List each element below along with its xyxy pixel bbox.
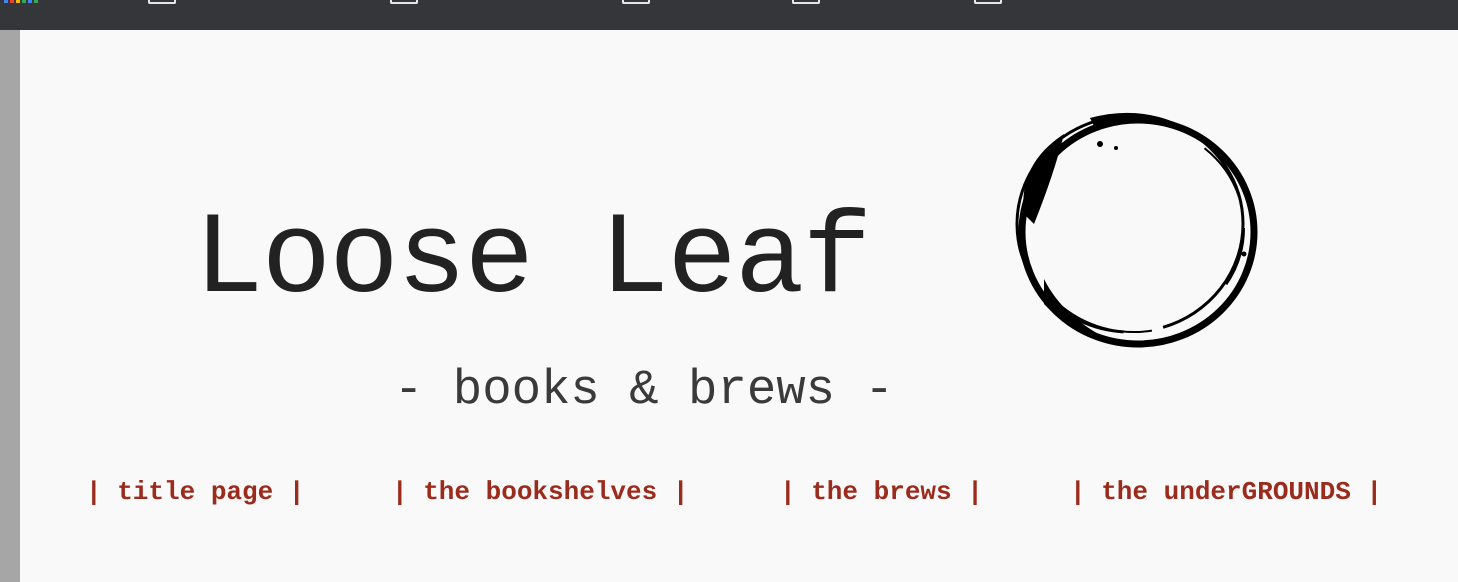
bookmark-folder[interactable] — [390, 0, 590, 4]
bookmark-folder[interactable] — [974, 0, 1244, 4]
nav-link-brews[interactable]: | the brews | — [780, 474, 983, 510]
bookmark-folder[interactable] — [148, 0, 358, 4]
nav-link-undergrounds[interactable]: | the underGROUNDS | — [1070, 474, 1382, 510]
apps-grid-icon[interactable] — [4, 0, 38, 6]
folder-icon — [390, 0, 418, 4]
main-nav: | title page | | the bookshelves | | the… — [20, 474, 1458, 510]
folder-icon — [148, 0, 176, 4]
coffee-ring-icon — [1015, 112, 1258, 348]
page-left-gutter — [0, 30, 20, 582]
nav-link-bookshelves[interactable]: | the bookshelves | — [392, 474, 688, 510]
folder-icon — [974, 0, 1002, 4]
page-content: Loose Leaf - books & brews - | title pag… — [20, 30, 1458, 582]
folder-icon — [792, 0, 820, 4]
site-tagline: - books & brews - — [394, 362, 894, 418]
bookmark-folder[interactable] — [622, 0, 762, 4]
bookmarks-bar — [0, 0, 1458, 30]
nav-link-title-page[interactable]: | title page | — [86, 474, 304, 510]
folder-icon — [622, 0, 650, 4]
site-title: Loose Leaf — [194, 194, 872, 326]
bookmark-folder[interactable] — [792, 0, 942, 4]
